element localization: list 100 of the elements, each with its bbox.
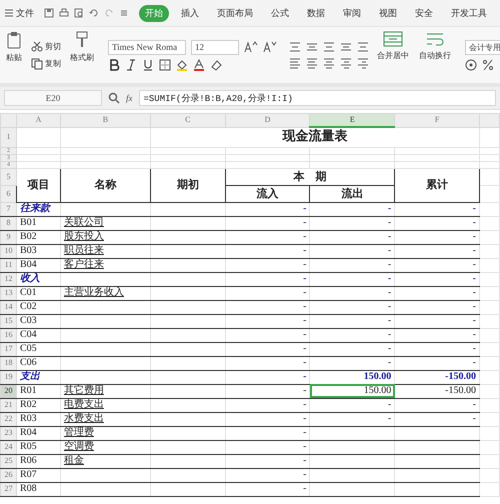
ribbon-tab[interactable]: 插入: [175, 4, 205, 22]
table-cell: -: [310, 314, 395, 328]
row-header[interactable]: 22: [0, 412, 16, 426]
column-title: 名称: [60, 168, 150, 202]
row-header[interactable]: 23: [0, 426, 16, 440]
row-header[interactable]: 10: [0, 244, 16, 258]
row-header[interactable]: 26: [0, 468, 16, 482]
align-top-icon[interactable]: [289, 41, 301, 53]
column-header[interactable]: B: [60, 114, 150, 127]
row-header[interactable]: 25: [0, 454, 16, 468]
row-header[interactable]: 13: [0, 286, 16, 300]
table-cell: -: [310, 398, 395, 412]
underline-icon[interactable]: [142, 58, 154, 70]
align-indent-icon[interactable]: [340, 41, 352, 53]
ribbon-tab[interactable]: 安全: [409, 4, 439, 22]
align-bottom-icon[interactable]: [323, 41, 335, 53]
row-header[interactable]: 15: [0, 314, 16, 328]
italic-icon[interactable]: [125, 58, 137, 70]
table-cell: B03: [16, 244, 60, 258]
number-format-field[interactable]: 会计专用: [465, 40, 500, 54]
formula-field[interactable]: =SUMIF(分录!B:B,A20,分录!I:I): [138, 90, 496, 106]
undo-icon[interactable]: [89, 8, 99, 18]
file-menu[interactable]: 文件: [16, 6, 34, 20]
font-field[interactable]: Times New Roma: [108, 40, 186, 54]
row-header[interactable]: 27: [0, 482, 16, 496]
table-cell: 150.00: [310, 384, 395, 398]
bold-icon[interactable]: [108, 58, 120, 70]
row-header[interactable]: 19: [0, 370, 16, 384]
table-cell: 电费支出: [60, 398, 150, 412]
align-center-icon[interactable]: [306, 57, 318, 69]
font-color-icon[interactable]: [193, 58, 205, 70]
row-header[interactable]: 1: [0, 127, 16, 147]
eraser-icon[interactable]: [210, 58, 222, 70]
border-icon[interactable]: [159, 58, 171, 70]
align-distributed-icon[interactable]: [357, 57, 369, 69]
format-painter-button[interactable]: 格式刷: [68, 30, 96, 64]
sheet-title: 现金流量表: [150, 127, 480, 147]
copy-button[interactable]: 复制: [30, 56, 62, 70]
ribbon-tab[interactable]: 视图: [373, 4, 403, 22]
row-header[interactable]: 18: [0, 356, 16, 370]
ribbon-tab[interactable]: 数据: [301, 4, 331, 22]
column-header[interactable]: A: [16, 114, 60, 127]
row-header[interactable]: 20: [0, 384, 16, 398]
fx-label[interactable]: fx: [126, 93, 132, 103]
table-cell: C03: [16, 314, 60, 328]
font-size-field[interactable]: 12: [191, 40, 239, 54]
ribbon-tab[interactable]: 开发工具: [445, 4, 493, 22]
category-label: 收入: [16, 272, 60, 286]
table-cell: C06: [16, 356, 60, 370]
row-header[interactable]: 17: [0, 342, 16, 356]
ribbon-tab[interactable]: 页面布局: [211, 4, 259, 22]
grow-font-icon[interactable]: [244, 41, 258, 53]
save-icon[interactable]: [44, 8, 54, 18]
more-icon[interactable]: [119, 8, 129, 18]
wrap-text-button[interactable]: 自动换行: [417, 30, 453, 62]
table-cell: 管理费: [60, 426, 150, 440]
row-header[interactable]: 21: [0, 398, 16, 412]
print-icon[interactable]: [59, 8, 69, 18]
table-cell: -: [225, 258, 310, 272]
column-header[interactable]: C: [150, 114, 226, 127]
align-outdent-icon[interactable]: [357, 41, 369, 53]
row-header[interactable]: 14: [0, 300, 16, 314]
row-header[interactable]: 24: [0, 440, 16, 454]
preview-icon[interactable]: [74, 8, 84, 18]
row-header[interactable]: 9: [0, 230, 16, 244]
zoom-icon[interactable]: [108, 92, 120, 104]
percent-icon[interactable]: [482, 58, 494, 70]
column-header[interactable]: F: [394, 114, 480, 127]
table-cell: -: [310, 286, 395, 300]
ribbon-tab[interactable]: 开始: [139, 4, 169, 22]
ribbon-tab[interactable]: 公式: [265, 4, 295, 22]
name-box[interactable]: E20: [4, 90, 102, 106]
currency-icon[interactable]: [465, 58, 477, 70]
row-header[interactable]: 8: [0, 216, 16, 230]
align-middle-icon[interactable]: [306, 41, 318, 53]
row-header[interactable]: 16: [0, 328, 16, 342]
row-header[interactable]: 11: [0, 258, 16, 272]
table-cell: -: [225, 202, 310, 216]
table-cell: R02: [16, 398, 60, 412]
shrink-font-icon[interactable]: [263, 41, 277, 53]
table-cell: -: [225, 356, 310, 370]
ribbon-tab[interactable]: 审阅: [337, 4, 367, 22]
align-left-icon[interactable]: [289, 57, 301, 69]
table-cell: -: [394, 230, 480, 244]
table-cell: 空调费: [60, 440, 150, 454]
align-justify-icon[interactable]: [340, 57, 352, 69]
table-cell: -: [394, 202, 480, 216]
paste-button[interactable]: 粘贴: [4, 30, 24, 64]
row-header[interactable]: 12: [0, 272, 16, 286]
row-header[interactable]: 6: [0, 185, 16, 202]
row-header[interactable]: 7: [0, 202, 16, 216]
table-cell: -: [394, 300, 480, 314]
column-header[interactable]: D: [225, 114, 310, 127]
row-header[interactable]: 5: [0, 168, 16, 185]
column-header[interactable]: E: [310, 114, 395, 127]
merge-center-button[interactable]: 合并居中: [375, 30, 411, 62]
align-right-icon[interactable]: [323, 57, 335, 69]
fill-color-icon[interactable]: [176, 58, 188, 70]
menu-icon[interactable]: [4, 8, 14, 18]
cut-button[interactable]: 剪切: [30, 40, 62, 52]
